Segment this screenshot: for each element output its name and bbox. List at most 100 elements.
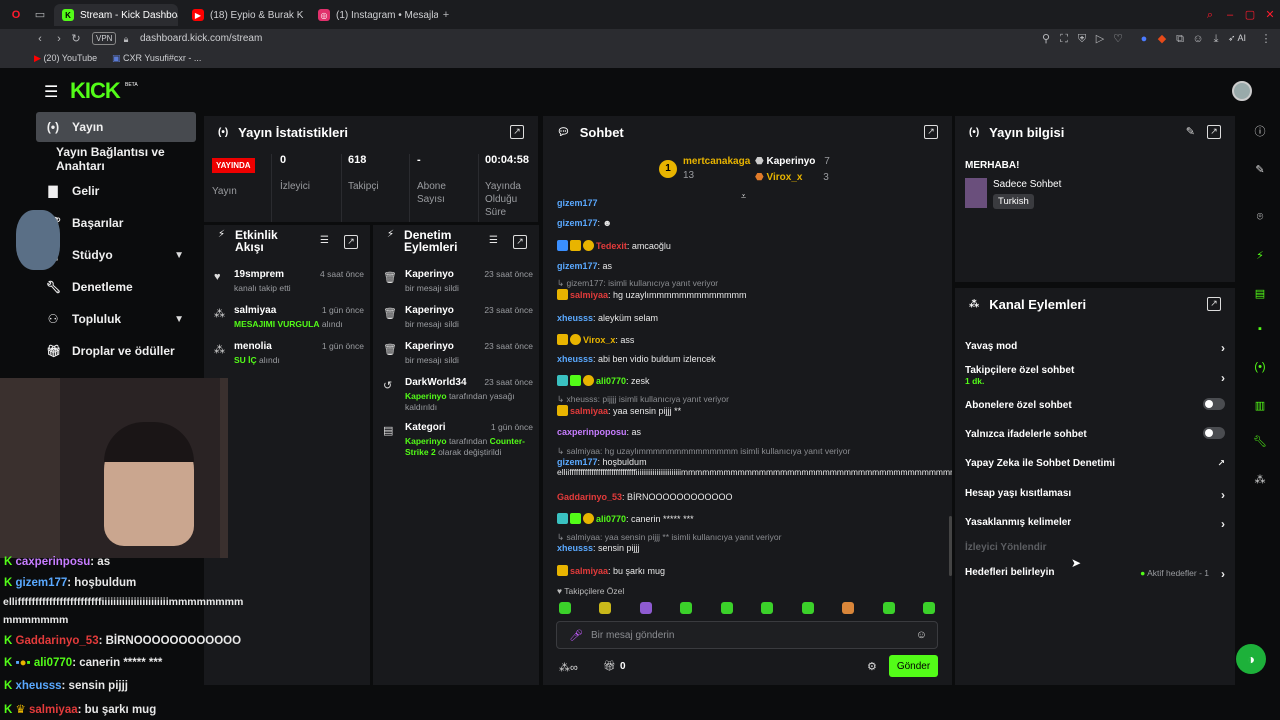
chat-username[interactable]: ali0770 (596, 514, 626, 524)
sidebar-item-droplar[interactable]: 🎁︎ Droplar ve ödüller (36, 336, 196, 366)
filter-icon[interactable]: ☰ (320, 235, 329, 246)
chat-username[interactable]: ali0770 (596, 376, 626, 386)
sidebar-item-stream-key[interactable]: Yayın Bağlantısı ve Anahtarı (46, 144, 206, 174)
category-name[interactable]: Sadece Sohbet (993, 179, 1061, 190)
subs-only-toggle[interactable] (1203, 398, 1225, 410)
chat-username[interactable]: caxperinpoposu (557, 427, 627, 437)
chat-username[interactable]: xheusss (557, 313, 593, 323)
chat-username[interactable]: Gaddarinyo_53 (557, 492, 622, 502)
snapshot-icon[interactable]: ⛶ (1058, 33, 1070, 45)
emote-icon[interactable] (883, 602, 895, 614)
extension-red-icon[interactable]: ◆ (1156, 33, 1168, 45)
microphone-icon[interactable]: 🎤︎ (569, 629, 583, 642)
close-icon[interactable]: ✕ (1264, 9, 1276, 21)
tab-youtube[interactable]: ▶ (18) Eypio & Burak King (184, 4, 304, 26)
extensions-icon[interactable]: ⧉ (1174, 33, 1186, 45)
sidebar-item-yayin[interactable]: (•) Yayın (36, 112, 196, 142)
chat-username[interactable]: salmiyaa (570, 406, 608, 416)
sidebar-item-topluluk[interactable]: ⚇ Topluluk ▼ (36, 304, 196, 334)
maximize-icon[interactable]: ▢ (1244, 9, 1256, 21)
kick-points-icon[interactable]: ⁂∞ (559, 661, 578, 674)
play-icon[interactable]: ▷ (1094, 33, 1106, 45)
url-field[interactable]: dashboard.kick.com/stream (140, 33, 262, 44)
bookmark-cxr[interactable]: ▣ CXR Yusufi#cxr - ... (112, 53, 201, 64)
popout-icon[interactable]: ↗ (344, 235, 358, 249)
language-tag[interactable]: Turkish (993, 194, 1034, 209)
edit-icon[interactable]: ✎ (1249, 158, 1271, 180)
popout-icon[interactable]: ↗ (510, 125, 524, 139)
layout-icon[interactable]: ▥ (1249, 394, 1271, 416)
opera-logo-icon[interactable]: O (10, 9, 22, 21)
sidebar-item-gelir[interactable]: ▇ Gelir (36, 176, 196, 206)
gift-icon[interactable]: 🎁︎ (603, 661, 616, 672)
camera-icon[interactable]: ⌾ (1249, 206, 1271, 228)
chat-username[interactable]: gizem177 (557, 218, 598, 228)
download-icon[interactable]: ⤓ (1210, 33, 1222, 45)
shield-icon[interactable]: ⛨ (1076, 33, 1088, 45)
chat-username[interactable]: gizem177 (557, 261, 598, 271)
heart-icon[interactable]: ♡ (1112, 33, 1124, 45)
pin-icon[interactable]: ⚲ (1040, 33, 1052, 45)
emote-icon[interactable] (761, 602, 773, 614)
popout-icon[interactable]: ↗ (513, 235, 527, 249)
emote-icon[interactable] (721, 602, 733, 614)
send-button[interactable]: Gönder (889, 655, 938, 677)
ai-button[interactable]: ➶ AI (1228, 33, 1246, 44)
chat-username[interactable]: gizem177 (557, 457, 598, 467)
tab-instagram[interactable]: ◎ (1) Instagram • Mesajlar (310, 4, 438, 26)
banned-words-row[interactable]: Yasaklanmış kelimeler › (965, 517, 1225, 531)
popout-icon[interactable]: ↗ (924, 125, 938, 139)
emoji-icon[interactable]: ☺ (916, 629, 927, 641)
hamburger-menu-icon[interactable]: ☰ (44, 82, 58, 102)
chat-username[interactable]: Tedexit (596, 241, 627, 251)
chat-username[interactable]: salmiyaa (570, 566, 608, 576)
slow-mode-row[interactable]: Yavaş mod › (965, 341, 1225, 355)
chat-bubble-icon[interactable]: ▪ (1249, 318, 1271, 340)
filter-icon[interactable]: ☰ (489, 235, 498, 246)
sidebar-item-studyo[interactable]: ▦ Stüdyo ▼ (36, 240, 196, 270)
search-icon[interactable]: ⌕ (1204, 9, 1216, 21)
info-icon[interactable]: ⓘ (1249, 120, 1271, 142)
lightning-icon[interactable]: ⚡︎ (1249, 244, 1271, 266)
chat-username[interactable]: salmiyaa (570, 290, 608, 300)
chat-username[interactable]: xheusss (557, 354, 593, 364)
emote-icon[interactable] (802, 602, 814, 614)
settings-gear-icon[interactable]: ⚙ (867, 660, 877, 673)
chat-scrollbar[interactable] (949, 516, 952, 576)
chat-username[interactable]: xheusss (557, 543, 593, 553)
kick-logo[interactable]: KICK (70, 78, 121, 104)
chat-username[interactable]: Virox_x (583, 335, 615, 345)
popout-icon[interactable]: ↗ (1207, 125, 1221, 139)
account-age-row[interactable]: Hesap yaşı kısıtlaması › (965, 488, 1225, 502)
kick-points-icon[interactable]: ⁂ (1249, 468, 1271, 490)
vpn-badge[interactable]: VPN (92, 32, 117, 45)
extension-blue-icon[interactable]: ● (1138, 33, 1150, 45)
minimize-icon[interactable]: – (1224, 9, 1236, 21)
forward-icon[interactable]: › (53, 33, 65, 45)
account-icon[interactable]: ☺ (1192, 33, 1204, 45)
emote-icon[interactable] (680, 602, 692, 614)
wrench-icon[interactable]: 🔧︎ (1249, 430, 1271, 452)
chat-username[interactable]: gizem177 (557, 198, 598, 208)
emote-icon[interactable] (640, 602, 652, 614)
more-menu-icon[interactable]: ⋮ (1260, 33, 1272, 45)
edit-icon[interactable]: ✎ (1186, 125, 1195, 138)
goals-row[interactable]: Hedefleri belirleyin ● Aktif hedefler - 1… (965, 567, 1225, 581)
sidebar-item-basarilar[interactable]: 🏆︎ Başarılar (36, 208, 196, 238)
popout-icon[interactable]: ↗ (1207, 297, 1221, 311)
followers-only-row[interactable]: Takipçilere özel sohbet 1 dk. › (965, 365, 1225, 386)
emote-only-toggle[interactable] (1203, 427, 1225, 439)
back-icon[interactable]: ‹ (34, 33, 46, 45)
tab-menu-icon[interactable]: ▭ (34, 9, 46, 21)
top-gifter-3[interactable]: ⬣ Virox_x 3 (755, 172, 829, 183)
bookmark-youtube[interactable]: ▶ (20) YouTube (34, 53, 97, 64)
emote-icon[interactable] (923, 602, 935, 614)
emote-icon[interactable] (842, 602, 854, 614)
sidebar-item-denetleme[interactable]: 🔧︎ Denetleme (36, 272, 196, 302)
emote-icon[interactable] (559, 602, 571, 614)
top-gifter-2[interactable]: ⬣ Kaperinyo 7 (755, 156, 830, 167)
emote-icon[interactable] (599, 602, 611, 614)
reload-icon[interactable]: ↻ (70, 33, 82, 45)
new-tab-icon[interactable]: + (440, 9, 452, 21)
notes-icon[interactable]: ▤ (1249, 282, 1271, 304)
